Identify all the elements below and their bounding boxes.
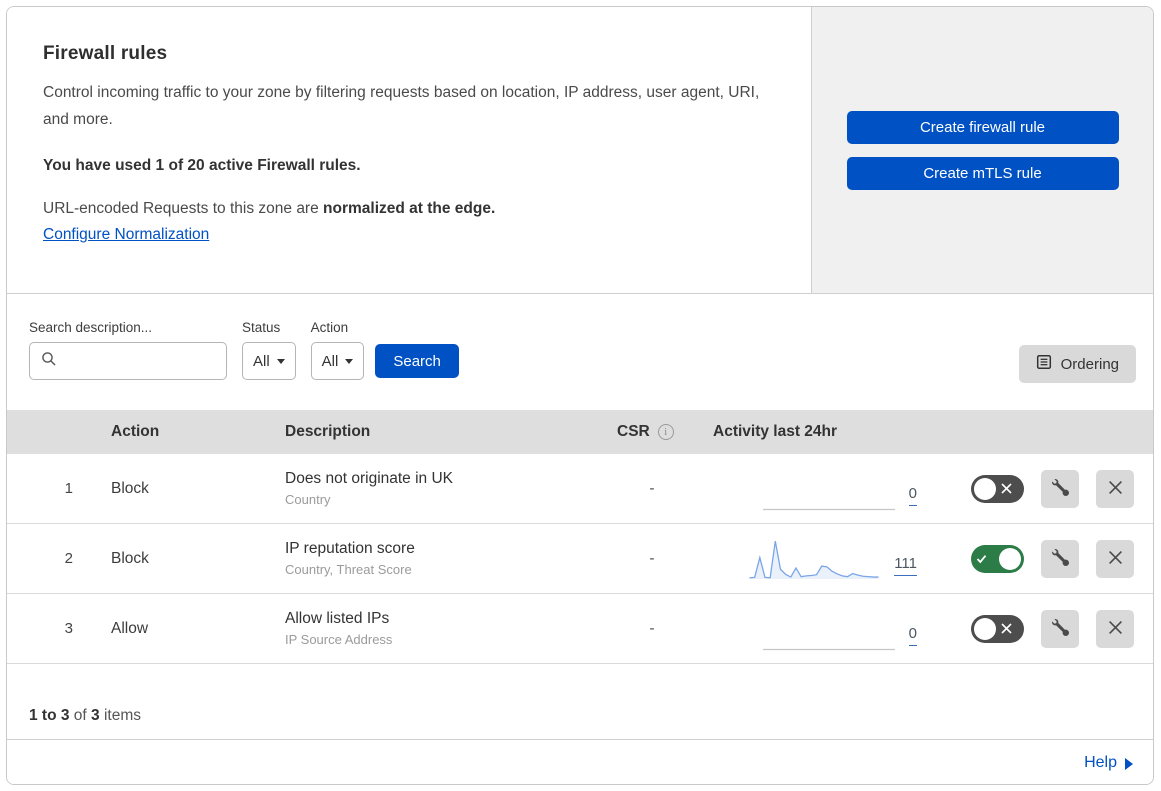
edit-rule-button[interactable] [1041, 539, 1079, 578]
rule-priority: 2 [64, 550, 73, 567]
column-description: Description [285, 423, 371, 440]
table-footer: 1 to 3 of 3 items [7, 664, 1153, 739]
help-arrow-icon [1125, 757, 1133, 770]
dropdown-caret-icon [276, 358, 285, 364]
page-title: Firewall rules [43, 43, 168, 64]
column-csr-label: CSR [617, 423, 650, 440]
toggle-knob [974, 477, 996, 500]
search-input[interactable] [29, 342, 227, 380]
items-of: of [69, 707, 92, 724]
wrench-icon [1051, 548, 1069, 569]
firewall-rules-panel: Firewall rules Control incoming traffic … [6, 6, 1154, 785]
status-dropdown-value: All [253, 352, 270, 370]
rule-priority: 1 [64, 480, 73, 497]
toggle-on-icon [971, 554, 991, 564]
delete-rule-button[interactable] [1096, 539, 1134, 578]
column-csr: CSR i [597, 423, 707, 441]
rule-fields: IP Source Address [285, 632, 393, 647]
action-dropdown[interactable]: All [310, 342, 365, 380]
delete-icon [1108, 620, 1123, 638]
delete-rule-button[interactable] [1096, 469, 1134, 508]
create-firewall-rule-button[interactable]: Create firewall rule [846, 111, 1119, 144]
column-action: Action [111, 423, 160, 440]
activity-count-link[interactable]: 111 [894, 555, 917, 576]
rule-fields: Country [285, 492, 331, 507]
filter-bar: Search description... Status All Action … [7, 294, 1153, 410]
usage-notice: You have used 1 of 20 active Firewall ru… [43, 157, 361, 175]
edit-rule-button[interactable] [1041, 469, 1079, 508]
items-range: 1 to 3 [29, 707, 70, 724]
rule-action: Block [111, 479, 149, 497]
toggle-knob [974, 617, 996, 640]
actions-panel: Create firewall rule Create mTLS rule [812, 7, 1153, 294]
delete-icon [1108, 480, 1123, 498]
rule-enabled-toggle[interactable] [971, 474, 1024, 503]
rule-enabled-toggle[interactable] [971, 544, 1024, 573]
rule-priority: 3 [64, 620, 73, 637]
normalization-prefix: URL-encoded Requests to this zone are [43, 200, 324, 218]
toggle-knob [999, 547, 1021, 570]
activity-sparkline [762, 648, 895, 650]
search-button[interactable]: Search [375, 344, 459, 378]
rule-action: Allow [111, 619, 149, 637]
rule-csr: - [649, 549, 655, 567]
rule-description: Allow listed IPs [285, 610, 390, 627]
table-row: 3 Allow Allow listed IPs IP Source Addre… [7, 594, 1153, 664]
page-description: Control incoming traffic to your zone by… [43, 84, 760, 129]
rule-csr: - [649, 479, 655, 497]
dropdown-caret-icon [345, 358, 354, 364]
info-icon[interactable]: i [657, 424, 674, 440]
table-row: 1 Block Does not originate in UK Country… [7, 454, 1153, 524]
items-total: 3 [91, 707, 100, 724]
status-label: Status [242, 320, 281, 335]
header-card: Firewall rules Control incoming traffic … [7, 7, 812, 294]
toggle-off-icon [996, 483, 1016, 494]
help-link-label: Help [1084, 753, 1117, 771]
delete-rule-button[interactable] [1096, 609, 1134, 648]
delete-icon [1108, 550, 1123, 568]
action-label: Action [310, 320, 349, 335]
toggle-off-icon [996, 623, 1016, 634]
normalization-text: URL-encoded Requests to this zone are no… [43, 200, 775, 218]
activity-count-link[interactable]: 0 [908, 485, 917, 506]
help-link[interactable]: Help [1084, 754, 1133, 772]
rule-action: Block [111, 549, 149, 567]
status-dropdown[interactable]: All [242, 342, 296, 380]
edit-rule-button[interactable] [1041, 609, 1079, 648]
items-word: items [99, 707, 141, 724]
rule-csr: - [649, 619, 655, 637]
activity-sparkline [762, 508, 895, 510]
search-icon [41, 351, 57, 372]
activity-count-link[interactable]: 0 [908, 625, 917, 646]
activity-sparkline [749, 540, 879, 579]
ordering-icon [1036, 354, 1052, 374]
table-header: Action Description CSR i Activity last 2… [7, 410, 1153, 454]
normalization-bold: normalized at the edge. [323, 200, 496, 218]
help-bar: Help [7, 739, 1153, 784]
rule-fields: Country, Threat Score [285, 562, 412, 577]
configure-normalization-link[interactable]: Configure Normalization [43, 226, 209, 244]
search-label: Search description... [29, 320, 153, 335]
action-dropdown-value: All [321, 352, 339, 370]
column-activity: Activity last 24hr [713, 423, 838, 440]
ordering-button[interactable]: Ordering [1018, 345, 1136, 383]
header-section: Firewall rules Control incoming traffic … [7, 7, 1153, 294]
rule-enabled-toggle[interactable] [971, 614, 1024, 643]
table-row: 2 Block IP reputation score Country, Thr… [7, 524, 1153, 594]
wrench-icon [1051, 618, 1069, 639]
create-mtls-rule-button[interactable]: Create mTLS rule [846, 157, 1119, 190]
ordering-button-label: Ordering [1060, 355, 1119, 373]
rule-description: Does not originate in UK [285, 470, 454, 487]
wrench-icon [1051, 478, 1069, 499]
rule-description: IP reputation score [285, 540, 415, 557]
